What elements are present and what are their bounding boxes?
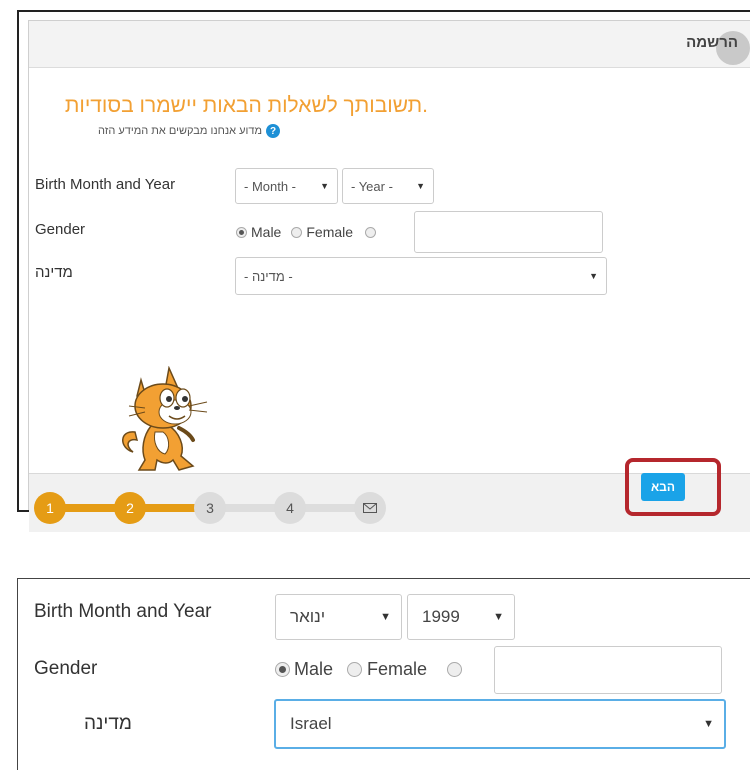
chevron-down-icon: ▼ [703,718,714,730]
dialog-title: הרשמה [686,34,738,51]
help-icon: ? [266,124,280,138]
male-label: Male [251,224,282,240]
country-select[interactable]: - מדינה - ▼ [235,257,607,295]
privacy-heading: תשובותך לשאלות הבאות יישמרו בסודיות. [64,94,428,117]
country-label: מדינה [84,713,132,734]
country-select[interactable]: Israel ▼ [274,699,726,749]
other-radio[interactable] [447,662,463,677]
year-select[interactable]: - Year - ▼ [342,168,434,204]
male-radio[interactable] [275,662,290,677]
country-label: מדינה [35,264,73,281]
country-select-value: Israel [290,714,332,733]
country-select-value: - מדינה - [244,268,293,284]
female-radio[interactable] [347,662,363,677]
zoomed-form-frame: Birth Month and Year ינואר ▼ 1999 ▼ Gend… [17,578,750,770]
month-select-value: - Month - [244,178,297,194]
scratch-cat-mascot [122,366,208,471]
next-button-highlight: הבא [625,458,721,516]
chevron-down-icon: ▼ [380,611,391,623]
month-select[interactable]: ינואר ▼ [275,594,402,640]
chevron-down-icon: ▼ [320,181,329,191]
year-select-value: - Year - [351,178,393,194]
year-select-value: 1999 [422,607,460,626]
male-label: Male [294,659,334,679]
other-gender-input[interactable] [494,646,722,694]
female-label: Female [367,659,428,679]
gender-radio-group: Male Female [275,659,463,680]
step-4: 4 [274,492,306,524]
step-3: 3 [194,492,226,524]
other-gender-input[interactable] [414,211,603,253]
why-we-ask-label: מדוע אנחנו מבקשים את המידע הזה [98,125,262,137]
step-1: 1 [34,492,66,524]
registration-dialog: הרשמה תשובותך לשאלות הבאות יישמרו בסודיו… [28,20,750,532]
male-radio[interactable] [236,226,247,238]
chevron-down-icon: ▼ [589,271,598,281]
chevron-down-icon: ▼ [416,181,425,191]
gender-radio-group: Male Female [236,224,377,240]
why-we-ask-link[interactable]: ? מדוע אנחנו מבקשים את המידע הזה [98,124,280,138]
gender-label: Gender [34,658,98,679]
female-radio[interactable] [291,226,303,238]
birth-month-year-label: Birth Month and Year [34,601,212,622]
envelope-icon [354,492,386,524]
gender-label: Gender [35,221,86,238]
step-2: 2 [114,492,146,524]
other-radio[interactable] [365,226,377,238]
month-select-value: ינואר [290,607,326,626]
female-label: Female [306,224,354,240]
next-button[interactable]: הבא [641,473,685,501]
birth-month-year-label: Birth Month and Year [35,176,176,193]
dialog-header: הרשמה [29,21,750,68]
chevron-down-icon: ▼ [493,611,504,623]
month-select[interactable]: - Month - ▼ [235,168,338,204]
year-select[interactable]: 1999 ▼ [407,594,515,640]
